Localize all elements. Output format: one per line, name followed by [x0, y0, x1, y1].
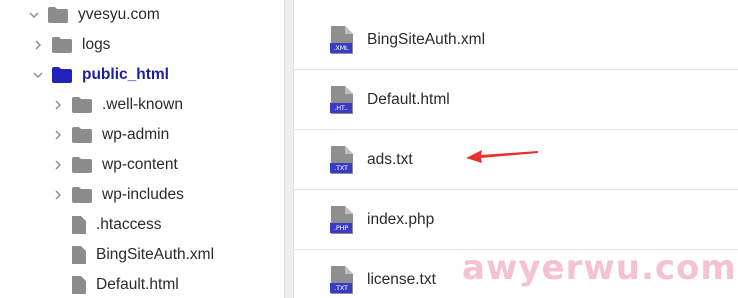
file-ext-badge: .TXT — [330, 282, 352, 293]
xml-file-icon: .XML — [330, 25, 353, 54]
pane-divider[interactable] — [284, 0, 294, 298]
tree-item-label: wp-admin — [102, 126, 170, 143]
file-ext-badge: .PHP — [330, 222, 352, 233]
chevron-right-icon[interactable] — [52, 189, 64, 201]
chevron-right-icon[interactable] — [32, 39, 44, 51]
file-manager: yvesyu.com logs public_html .well-known … — [0, 0, 738, 298]
tree-item-label: BingSiteAuth.xml — [96, 246, 215, 263]
file-ext-badge: .HT.. — [330, 102, 352, 113]
folder-tree: yvesyu.com logs public_html .well-known … — [0, 0, 284, 298]
chevron-down-icon[interactable] — [32, 69, 44, 81]
folder-icon — [72, 187, 92, 203]
chevron-right-icon[interactable] — [52, 159, 64, 171]
tree-item-wp-content[interactable]: wp-content — [0, 150, 284, 180]
file-name: BingSiteAuth.xml — [367, 30, 486, 48]
file-row-index-php[interactable]: .PHP index.php — [294, 190, 738, 250]
file-name: Default.html — [367, 90, 450, 108]
folder-icon — [48, 7, 68, 23]
folder-open-icon — [52, 67, 72, 83]
tree-item-public-html[interactable]: public_html — [0, 60, 284, 90]
txt-file-icon: .TXT — [330, 265, 353, 294]
tree-item-label: .well-known — [102, 96, 183, 113]
tree-item-wp-admin[interactable]: wp-admin — [0, 120, 284, 150]
file-name: index.php — [367, 210, 435, 228]
html-file-icon: .HT.. — [330, 85, 353, 114]
tree-item-label: yvesyu.com — [78, 6, 160, 23]
file-row-default-html[interactable]: .HT.. Default.html — [294, 70, 738, 130]
tree-item-label: public_html — [82, 66, 169, 83]
file-icon — [72, 276, 86, 294]
file-name: license.txt — [367, 270, 436, 288]
tree-item-label: wp-content — [102, 156, 178, 173]
php-file-icon: .PHP — [330, 205, 353, 234]
chevron-down-icon[interactable] — [28, 9, 40, 21]
folder-icon — [72, 97, 92, 113]
tree-item-label: .htaccess — [96, 216, 162, 233]
file-row-license-txt[interactable]: .TXT license.txt — [294, 250, 738, 298]
file-ext-badge: .TXT — [330, 162, 352, 173]
folder-icon — [72, 157, 92, 173]
folder-icon — [52, 37, 72, 53]
tree-item-label: logs — [82, 36, 111, 53]
file-ext-badge: .XML — [330, 42, 352, 53]
tree-item-bingsiteauth[interactable]: BingSiteAuth.xml — [0, 240, 284, 270]
tree-item-logs[interactable]: logs — [0, 30, 284, 60]
tree-item-label: wp-includes — [102, 186, 184, 203]
chevron-right-icon[interactable] — [52, 99, 64, 111]
file-row-bingsiteauth[interactable]: .XML BingSiteAuth.xml — [294, 10, 738, 70]
file-name: ads.txt — [367, 150, 413, 168]
chevron-right-icon[interactable] — [52, 129, 64, 141]
tree-item-label: Default.html — [96, 276, 179, 293]
tree-item-yvesyu-com[interactable]: yvesyu.com — [0, 0, 284, 30]
folder-icon — [72, 127, 92, 143]
tree-item-default-html[interactable]: Default.html — [0, 270, 284, 298]
tree-item-well-known[interactable]: .well-known — [0, 90, 284, 120]
file-icon — [72, 246, 86, 264]
file-icon — [72, 216, 86, 234]
txt-file-icon: .TXT — [330, 145, 353, 174]
tree-item-wp-includes[interactable]: wp-includes — [0, 180, 284, 210]
tree-item-htaccess[interactable]: .htaccess — [0, 210, 284, 240]
annotation-arrow-icon — [466, 150, 538, 163]
